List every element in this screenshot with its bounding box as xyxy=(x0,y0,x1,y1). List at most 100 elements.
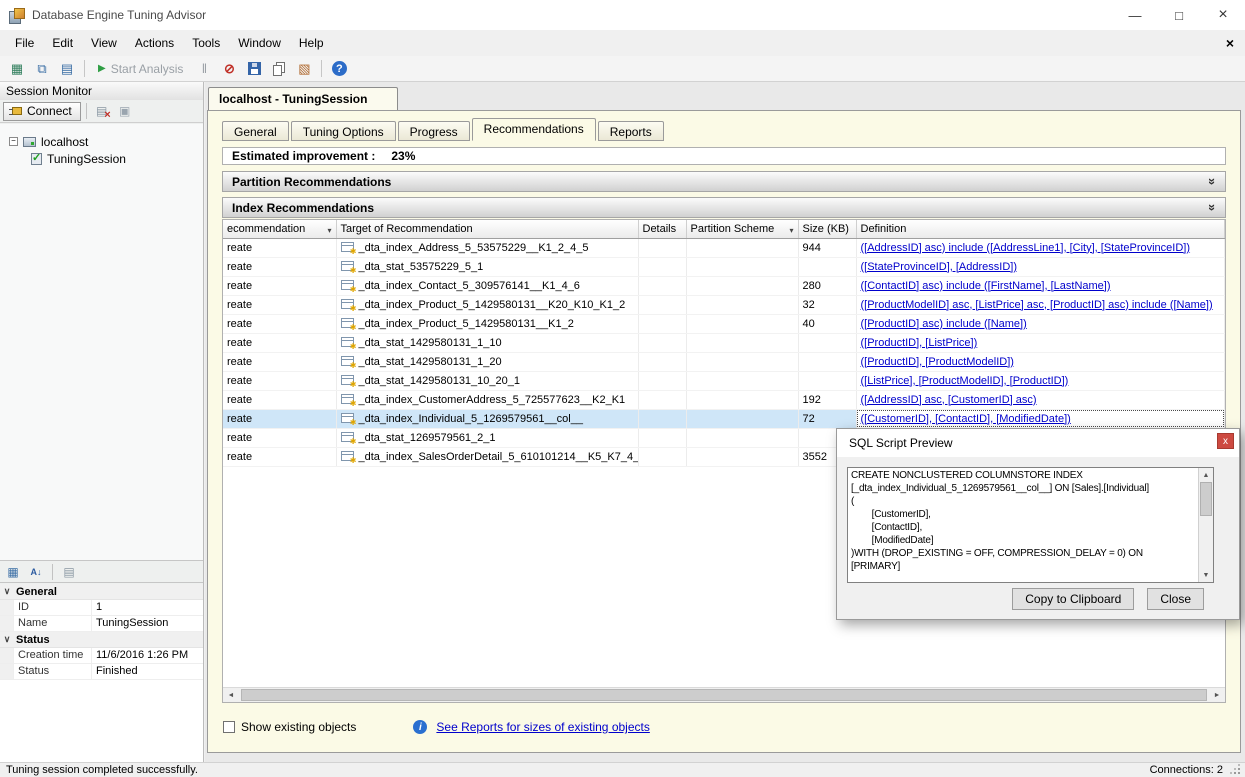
filter-dropdown-icon[interactable]: ▾ xyxy=(789,226,793,235)
menu-tools[interactable]: Tools xyxy=(183,32,229,54)
definition-link[interactable]: ([ListPrice], [ProductModelID], [Product… xyxy=(861,375,1069,387)
menu-window[interactable]: Window xyxy=(229,32,290,54)
scrollbar-thumb[interactable] xyxy=(1200,482,1212,516)
scroll-down-icon[interactable]: ▼ xyxy=(1199,568,1213,582)
minimize-button[interactable]: — xyxy=(1113,0,1157,30)
tab-tuning-options[interactable]: Tuning Options xyxy=(291,121,396,141)
property-row-name[interactable]: Name TuningSession xyxy=(0,616,203,632)
preview-script-icon[interactable] xyxy=(268,58,290,80)
import-workload-icon[interactable]: ▤ xyxy=(56,58,78,80)
see-reports-link[interactable]: See Reports for sizes of existing object… xyxy=(436,720,649,734)
menu-help[interactable]: Help xyxy=(290,32,333,54)
details-cell xyxy=(638,447,686,466)
scroll-left-icon[interactable]: ◄ xyxy=(223,688,239,702)
index-recommendations-header[interactable]: Index Recommendations » xyxy=(222,197,1226,218)
connect-button[interactable]: Connect xyxy=(3,102,81,121)
table-row[interactable]: reate _dta_index_Product_5_1429580131__K… xyxy=(223,295,1225,314)
document-tab[interactable]: localhost - TuningSession xyxy=(208,87,398,110)
property-row-creation-time[interactable]: Creation time 11/6/2016 1:26 PM xyxy=(0,648,203,664)
collapse-expander-icon[interactable]: − xyxy=(9,137,18,146)
definition-link[interactable]: ([StateProvinceID], [AddressID]) xyxy=(861,261,1018,273)
property-row-status[interactable]: Status Finished xyxy=(0,664,203,680)
close-button[interactable]: × xyxy=(1201,0,1245,30)
tab-progress[interactable]: Progress xyxy=(398,121,470,141)
definition-link[interactable]: ([AddressID] asc, [CustomerID] asc) xyxy=(861,394,1037,406)
stop-monitor-icon[interactable] xyxy=(115,102,135,121)
table-row[interactable]: reate _dta_stat_1429580131_10_20_1 ([Lis… xyxy=(223,371,1225,390)
resize-grip[interactable] xyxy=(1231,765,1241,775)
new-session-icon[interactable]: ▦ xyxy=(6,58,28,80)
table-row[interactable]: reate _dta_stat_1429580131_1_10 ([Produc… xyxy=(223,333,1225,352)
horizontal-scrollbar[interactable]: ◄ ► xyxy=(223,687,1225,702)
property-row-id[interactable]: ID 1 xyxy=(0,600,203,616)
apply-recommendations-icon[interactable] xyxy=(243,58,265,80)
table-row[interactable]: reate _dta_stat_1429580131_1_20 ([Produc… xyxy=(223,352,1225,371)
details-cell xyxy=(638,314,686,333)
sql-script-text[interactable]: CREATE NONCLUSTERED COLUMNSTORE INDEX [_… xyxy=(847,467,1214,583)
size-cell xyxy=(798,352,856,371)
menu-actions[interactable]: Actions xyxy=(126,32,183,54)
partition-recommendations-header[interactable]: Partition Recommendations » xyxy=(222,171,1226,192)
toolbar: ▦ ⧉ ▤ ▶ Start Analysis ‖ ⊘ ▧ ? xyxy=(0,56,1245,82)
details-cell xyxy=(638,352,686,371)
tree-item-server[interactable]: − localhost xyxy=(0,133,203,150)
definition-link[interactable]: ([ProductID], [ListPrice]) xyxy=(861,337,978,349)
menu-edit[interactable]: Edit xyxy=(43,32,82,54)
property-pages-icon[interactable]: ▤ xyxy=(60,563,78,581)
help-icon[interactable]: ? xyxy=(328,58,350,80)
close-dialog-button[interactable]: Close xyxy=(1147,588,1204,610)
scroll-up-icon[interactable]: ▲ xyxy=(1199,468,1213,482)
filter-dropdown-icon[interactable]: ▾ xyxy=(327,226,331,235)
main-area: localhost - TuningSession General Tuning… xyxy=(205,82,1245,762)
table-row[interactable]: reate _dta_index_Address_5_53575229__K1_… xyxy=(223,238,1225,257)
column-partition-scheme[interactable]: ▾Partition Scheme xyxy=(686,220,798,238)
definition-link[interactable]: ([AddressID] asc) include ([AddressLine1… xyxy=(861,242,1191,254)
table-row-selected[interactable]: reate _dta_index_Individual_5_1269579561… xyxy=(223,409,1225,428)
recommendation-cell: reate xyxy=(223,409,336,428)
evaluate-recommendations-icon[interactable]: ▧ xyxy=(293,58,315,80)
copy-to-clipboard-button[interactable]: Copy to Clipboard xyxy=(1012,588,1134,610)
size-cell: 40 xyxy=(798,314,856,333)
collapse-chevrons-icon[interactable]: » xyxy=(1205,204,1220,211)
table-row[interactable]: reate _dta_index_Contact_5_309576141__K1… xyxy=(223,276,1225,295)
alphabetical-sort-icon[interactable]: A↓ xyxy=(27,563,45,581)
tab-reports[interactable]: Reports xyxy=(598,121,664,141)
show-existing-objects-checkbox[interactable] xyxy=(223,721,235,733)
maximize-button[interactable]: □ xyxy=(1157,0,1201,30)
menu-view[interactable]: View xyxy=(82,32,126,54)
column-details[interactable]: Details xyxy=(638,220,686,238)
definition-cell: ([CustomerID], [ContactID], [ModifiedDat… xyxy=(856,409,1225,428)
scroll-right-icon[interactable]: ► xyxy=(1209,688,1225,702)
definition-link[interactable]: ([CustomerID], [ContactID], [ModifiedDat… xyxy=(861,413,1071,425)
open-session-icon[interactable]: ⧉ xyxy=(31,58,53,80)
collapse-chevrons-icon[interactable]: » xyxy=(1205,178,1220,185)
table-row[interactable]: reate _dta_index_Product_5_1429580131__K… xyxy=(223,314,1225,333)
document-close-icon[interactable]: × xyxy=(1226,35,1234,51)
start-analysis-button[interactable]: ▶ Start Analysis xyxy=(91,62,190,76)
categorized-view-icon[interactable]: ▦ xyxy=(4,563,22,581)
definition-link[interactable]: ([ProductID] asc) include ([Name]) xyxy=(861,318,1027,330)
pause-analysis-icon[interactable]: ‖ xyxy=(193,58,215,80)
disconnect-icon[interactable] xyxy=(92,102,112,121)
scrollbar-thumb[interactable] xyxy=(241,689,1207,701)
stop-analysis-icon[interactable]: ⊘ xyxy=(218,58,240,80)
column-definition[interactable]: Definition xyxy=(856,220,1225,238)
tree-item-session[interactable]: TuningSession xyxy=(0,150,203,167)
column-target[interactable]: Target of Recommendation xyxy=(336,220,638,238)
column-recommendation[interactable]: ▾ecommendation xyxy=(223,220,336,238)
table-row[interactable]: reate _dta_index_CustomerAddress_5_72557… xyxy=(223,390,1225,409)
vertical-scrollbar[interactable]: ▲ ▼ xyxy=(1198,468,1213,582)
tab-general[interactable]: General xyxy=(222,121,289,141)
dialog-titlebar[interactable]: SQL Script Preview xyxy=(837,429,1239,457)
property-category-status[interactable]: ∨ Status xyxy=(0,632,203,648)
menu-file[interactable]: File xyxy=(6,32,43,54)
table-row[interactable]: reate _dta_stat_53575229_5_1 ([StateProv… xyxy=(223,257,1225,276)
property-category-general[interactable]: ∨ General xyxy=(0,584,203,600)
start-analysis-icon: ▶ xyxy=(98,63,106,74)
column-size[interactable]: Size (KB) xyxy=(798,220,856,238)
definition-link[interactable]: ([ContactID] asc) include ([FirstName], … xyxy=(861,280,1111,292)
dialog-close-icon[interactable]: x xyxy=(1217,433,1234,449)
definition-link[interactable]: ([ProductID], [ProductModelID]) xyxy=(861,356,1014,368)
tab-recommendations[interactable]: Recommendations xyxy=(472,118,596,141)
definition-link[interactable]: ([ProductModelID] asc, [ListPrice] asc, … xyxy=(861,299,1213,311)
